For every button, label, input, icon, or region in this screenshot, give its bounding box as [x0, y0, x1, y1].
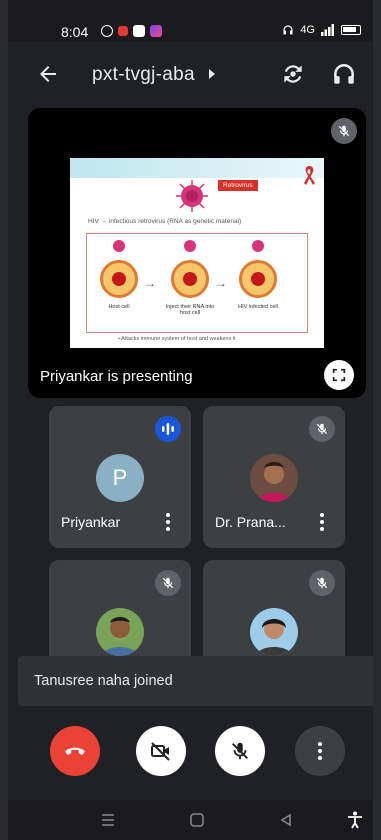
battery-icon	[341, 25, 361, 35]
headphones-icon[interactable]	[331, 61, 357, 87]
avatar	[250, 608, 298, 656]
participant-tile[interactable]: P Priyankar	[49, 406, 191, 548]
whatsapp-icon	[101, 25, 113, 37]
speaking-indicator	[155, 416, 181, 442]
back-arrow-icon[interactable]	[36, 62, 60, 86]
audio-level-icon	[162, 423, 174, 435]
slide-header-band	[70, 158, 324, 178]
toast-message: Tanusree naha joined	[34, 673, 173, 689]
slide-bullet: • Attacks immune system of host and weak…	[118, 336, 236, 342]
injected-cell	[171, 260, 209, 298]
switch-camera-icon[interactable]	[280, 61, 306, 87]
virus-mini-icon	[252, 240, 264, 252]
avatar: P	[96, 454, 144, 502]
accessibility-icon[interactable]	[345, 810, 365, 830]
virus-mini-icon	[113, 240, 125, 252]
mic-off-icon	[162, 577, 174, 589]
participant-tile[interactable]: Dr. Prana...	[203, 406, 345, 548]
mic-off-icon	[338, 125, 350, 137]
step-arrow: →	[215, 276, 227, 290]
slide-diagram-box: Host cell Inject their RNA into host cel…	[86, 233, 308, 333]
step-label: Inject their RNA into host cell	[165, 304, 215, 316]
avatar	[96, 608, 144, 656]
headset-status-icon	[283, 25, 293, 35]
more-vert-icon[interactable]	[161, 510, 175, 534]
slide-tag: Retrovirus	[218, 180, 258, 191]
app-bar: pxt-tvgj-aba	[8, 50, 373, 100]
mic-off-icon	[232, 742, 248, 760]
notification-icons	[101, 25, 162, 37]
camera-off-icon	[151, 742, 170, 761]
virus-illustration	[176, 180, 208, 212]
back-nav-icon[interactable]	[276, 810, 296, 830]
more-vert-icon[interactable]	[315, 510, 329, 534]
mic-off-badge	[155, 570, 181, 596]
presentation-stage[interactable]: Retrovirus HIV → infectious retrovirus (…	[28, 108, 366, 398]
step-arrow: →	[144, 276, 156, 290]
slide-caption: HIV → infectious retrovirus (RNA as gene…	[88, 218, 242, 225]
host-cell	[100, 260, 138, 298]
join-toast: Tanusree naha joined	[18, 656, 373, 706]
step-label: HIV infected cell	[238, 304, 278, 310]
vi-icon	[118, 26, 128, 36]
awareness-ribbon-icon	[304, 166, 315, 185]
participant-name: Priyankar	[61, 514, 121, 530]
signal-icon	[321, 24, 334, 36]
more-vert-icon	[318, 742, 322, 760]
messenger-icon	[150, 25, 162, 37]
app-icon	[133, 25, 145, 37]
presenter-mic-off-badge	[331, 118, 357, 144]
end-call-button[interactable]	[50, 726, 100, 776]
status-time: 8:04	[61, 24, 89, 40]
signal-label: 4G	[300, 24, 315, 36]
participant-name: Dr. Prana...	[215, 514, 286, 530]
step-label: Host cell	[108, 304, 130, 310]
mic-off-badge	[309, 416, 335, 442]
system-nav-bar	[8, 800, 373, 840]
mic-toggle-button[interactable]	[215, 726, 265, 776]
mic-off-icon	[316, 423, 328, 435]
home-icon[interactable]	[187, 810, 207, 830]
phone-hangup-icon	[65, 747, 85, 755]
mic-off-icon	[316, 577, 328, 589]
recents-icon[interactable]	[98, 810, 118, 830]
virus-mini-icon	[184, 240, 196, 252]
fullscreen-button[interactable]	[324, 360, 354, 390]
more-options-button[interactable]	[295, 726, 345, 776]
mic-off-badge	[309, 570, 335, 596]
meet-call-screen: 8:04 4G pxt-tvgj-aba Retrovirus HIV → in…	[8, 0, 373, 840]
infected-cell	[239, 260, 277, 298]
chevron-right-icon[interactable]	[209, 69, 215, 79]
presenting-label: Priyankar is presenting	[40, 368, 193, 385]
status-bar: 8:04 4G	[8, 0, 373, 42]
shared-slide: Retrovirus HIV → infectious retrovirus (…	[70, 158, 324, 348]
system-icons: 4G	[282, 24, 361, 36]
meeting-code[interactable]: pxt-tvgj-aba	[92, 64, 195, 86]
fullscreen-icon	[332, 368, 346, 382]
avatar	[250, 454, 298, 502]
camera-toggle-button[interactable]	[136, 726, 186, 776]
